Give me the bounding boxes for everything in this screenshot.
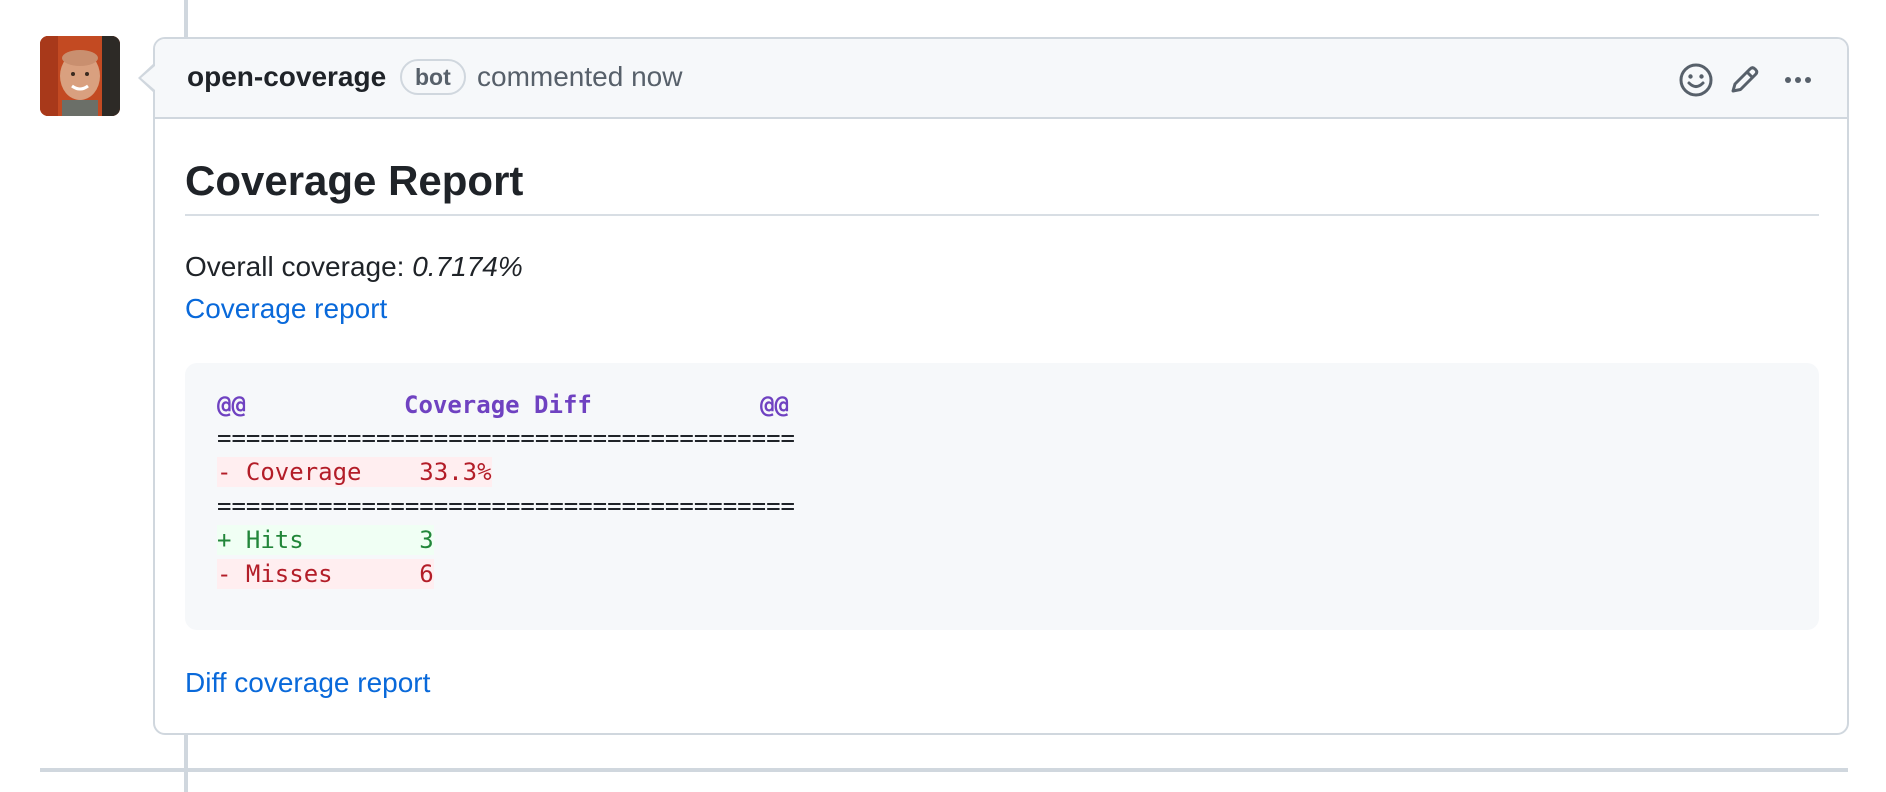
heading-divider — [185, 214, 1819, 216]
diff-line-hits: + Hits 3 — [217, 525, 434, 555]
author-name[interactable]: open-coverage — [187, 61, 386, 93]
diff-header-title: Coverage Diff — [404, 391, 592, 419]
report-heading: Coverage Report — [185, 157, 524, 204]
diff-coverage-report-link[interactable]: Diff coverage report — [185, 667, 430, 699]
diff-header-right: @@ — [760, 391, 789, 419]
diff-separator: ======================================== — [217, 492, 795, 520]
comment-header: open-coverage bot commented now — [155, 39, 1847, 119]
comment-timestamp[interactable]: commented now — [477, 61, 682, 93]
timeline-divider — [40, 768, 1848, 772]
pencil-icon[interactable] — [1725, 61, 1763, 99]
diff-line-coverage: - Coverage 33.3% — [217, 457, 492, 487]
diff-separator: ======================================== — [217, 424, 795, 452]
diff-header-left: @@ — [217, 391, 246, 419]
smiley-icon[interactable] — [1677, 61, 1715, 99]
comment-box: open-coverage bot commented now Coverage… — [153, 37, 1849, 735]
diff-line-misses: - Misses 6 — [217, 559, 434, 589]
overall-coverage-value: 0.7174% — [412, 251, 523, 282]
coverage-diff-block: @@ Coverage Diff @@ ====================… — [185, 363, 1819, 630]
overall-coverage: Overall coverage: 0.7174% — [185, 251, 523, 283]
overall-coverage-label: Overall coverage: — [185, 251, 413, 282]
avatar-portrait — [40, 36, 120, 116]
author-avatar[interactable] — [40, 36, 120, 116]
coverage-report-link[interactable]: Coverage report — [185, 293, 387, 325]
comment-pointer-fill — [141, 66, 155, 90]
bot-badge: bot — [400, 59, 466, 95]
kebab-horizontal-icon[interactable] — [1779, 61, 1817, 99]
